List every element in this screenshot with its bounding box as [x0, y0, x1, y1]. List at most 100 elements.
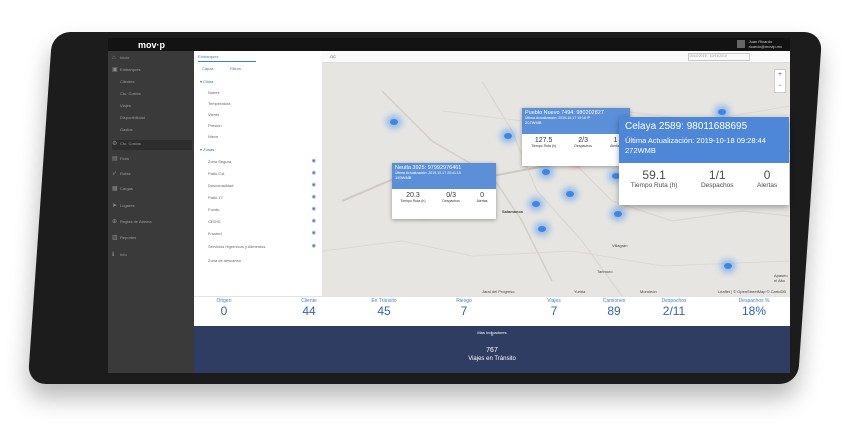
nav-item-cto-costos[interactable]: Cto. Costos	[120, 91, 200, 101]
nav-item-gastos[interactable]: Gastos	[120, 127, 200, 137]
map-marker[interactable]	[724, 263, 732, 269]
eye-icon[interactable]: ◉	[312, 194, 316, 200]
layer-presion[interactable]: Presión	[208, 123, 222, 128]
transit-count: 767	[486, 347, 498, 354]
zoom-out-button[interactable]: −	[775, 81, 785, 92]
map-filter-dropdown[interactable]: GC	[330, 54, 336, 59]
box-icon: ▦	[112, 186, 118, 192]
kpi-viajes[interactable]: Viajes 7	[524, 298, 584, 318]
nav-item-inicio[interactable]: ⌂ Inicio	[112, 55, 192, 65]
layer-patio-17[interactable]: Patio 17	[208, 195, 223, 200]
chevron-up-icon[interactable]: ^	[194, 334, 790, 340]
user-email: ricardo@movip.mx	[748, 44, 782, 49]
kpi-cliente[interactable]: Cliente 44	[279, 298, 339, 318]
featured-code: 272WMB	[625, 146, 656, 155]
truck-icon: ▤	[112, 156, 118, 162]
layer-nieve[interactable]: Nieve	[208, 134, 218, 139]
map-marker[interactable]	[532, 201, 540, 207]
layer-nubes[interactable]: Nubes	[208, 90, 220, 95]
kpi-camiones[interactable]: Camiones 89	[584, 298, 644, 318]
kpi-despachos-pct[interactable]: Despachos % 18%	[724, 298, 784, 318]
tab-capas[interactable]: Capas	[202, 66, 214, 71]
tab-filtros[interactable]: Filtros	[230, 66, 241, 71]
nav-item-flota[interactable]: ▤ Flota	[112, 155, 192, 165]
nav-item-reglas[interactable]: ⊕ Reglas de Alarma	[112, 218, 192, 228]
featured-alerts: 0	[763, 168, 771, 182]
layer-descomalidad[interactable]: Descomalidad	[208, 183, 233, 188]
map-marker[interactable]	[542, 169, 550, 175]
user-info[interactable]: Juan Ricardo ricardo@movip.mx	[749, 39, 782, 49]
map-marker[interactable]	[390, 119, 398, 125]
city-label: Salamanca	[502, 209, 523, 214]
featured-updated: Última Actualización: 2019-10-18 09:28:4…	[625, 136, 766, 145]
nav-item-clientes[interactable]: Clientes	[120, 79, 200, 89]
summary-bar: Origen 0 Cliente 44 En Tránsito 45 Riesgo 7 …	[194, 296, 790, 327]
kpi-en-transito[interactable]: En Tránsito 45	[354, 298, 414, 318]
layer-cedis[interactable]: CEDIS	[208, 219, 220, 224]
eye-icon[interactable]: ◉	[312, 182, 316, 188]
map-marker[interactable]	[718, 109, 726, 115]
route-icon: ➶	[112, 171, 118, 177]
nav-item-lugares[interactable]: ➤ Lugares	[112, 202, 192, 212]
nav-item-disponibilidad[interactable]: Disponibilidad	[120, 115, 200, 125]
gear-icon: ⚙	[112, 141, 118, 147]
nav-item-embarques[interactable]: ▣ Embarques	[112, 66, 192, 76]
layer-frosted[interactable]: Frosted	[208, 231, 222, 236]
city-label: Moroleón	[640, 289, 657, 294]
popup-label: Tiempo Ruta (h)	[400, 199, 426, 203]
map-marker[interactable]	[538, 226, 546, 232]
featured-popup[interactable]: Celaya 2589: 98011688695 Última Actualiz…	[619, 117, 789, 205]
zoom-in-button[interactable]: +	[775, 70, 785, 81]
layer-fondo[interactable]: Fondo	[208, 207, 219, 212]
eye-icon[interactable]: ◉	[312, 158, 316, 164]
featured-route-time: 59.1	[642, 168, 666, 182]
map-marker[interactable]	[566, 191, 574, 197]
layers-panel: Embarques Capas Filtros ▾ Clima Nubes Te…	[194, 51, 324, 296]
kpi-origen[interactable]: Origen 0	[194, 298, 254, 318]
nav-item-cargas[interactable]: ▦ Cargas	[112, 185, 192, 195]
kpi-despachos[interactable]: Despachos 2/11	[644, 298, 704, 318]
layer-viento[interactable]: Viento	[208, 112, 219, 117]
nav-item-cto-costos-2[interactable]: ⚙ Cto. Costos	[112, 140, 192, 150]
city-label: Villagrán	[612, 243, 628, 248]
popup-label: Despachos	[574, 144, 592, 148]
eye-icon[interactable]: ◉	[312, 206, 316, 212]
kpi-riesgo[interactable]: Riesgo 7	[434, 298, 494, 318]
layer-patio-col[interactable]: Patio Col.	[208, 171, 225, 176]
eye-icon[interactable]: ◉	[312, 170, 316, 176]
popup-code: 207WMB	[525, 120, 542, 125]
section-clima[interactable]: ▾ Clima	[200, 79, 213, 84]
location-icon: ➤	[112, 203, 118, 209]
package-icon: ▣	[112, 67, 118, 73]
layer-search-input[interactable]: Embarques	[198, 54, 256, 62]
nav-item-reportes[interactable]: ▥ Reportes	[112, 234, 192, 244]
date-range-input[interactable]: 10/10/2019 - 10/11/2019	[688, 53, 750, 61]
map-popup[interactable]: Neutla 3925: 97992976461 Última Actualiz…	[392, 163, 496, 219]
eye-icon[interactable]: ◉	[312, 218, 316, 224]
avatar[interactable]	[737, 40, 745, 48]
app-logo: mov·p	[138, 40, 165, 50]
section-zonas[interactable]: ▾ Zonas	[200, 147, 214, 152]
map-marker[interactable]	[614, 211, 622, 217]
popup-label: Despachos	[442, 199, 460, 203]
nav-item-info[interactable]: ℹ Info	[112, 251, 192, 261]
indicators-panel: Más Indicadores ^ 767 Viajes en Tránsito	[194, 326, 790, 373]
alarm-icon: ⊕	[112, 219, 118, 225]
nav-item-viajes[interactable]: Viajes	[120, 103, 200, 113]
popup-value: 0	[480, 192, 485, 199]
popup-value: 20.3	[406, 192, 420, 199]
map-marker[interactable]	[504, 133, 512, 139]
layer-servicios[interactable]: Servicios Higiénicos y Alimentos	[208, 244, 265, 249]
eye-icon[interactable]: ◉	[312, 243, 316, 249]
map-attribution: Leaflet | © OpenStreetMap © CartoDB	[717, 289, 786, 294]
nav-item-rutas[interactable]: ➶ Rutas	[112, 170, 192, 180]
map-popup[interactable]: Pueblo Nuevo 7494: 980202827 Última Actu…	[522, 108, 630, 166]
layer-zona-descanso[interactable]: Zona de descanso	[208, 258, 241, 263]
report-icon: ▥	[112, 235, 118, 241]
layer-temperatura[interactable]: Temperatura	[208, 101, 230, 106]
popup-value: 0/3	[446, 192, 456, 199]
popup-label: Tiempo Ruta (h)	[531, 144, 557, 148]
eye-icon[interactable]: ◉	[312, 230, 316, 236]
map-toolbar: GC 10/10/2019 - 10/11/2019	[322, 51, 790, 63]
layer-zona-segura[interactable]: Zona Segura	[208, 159, 231, 164]
